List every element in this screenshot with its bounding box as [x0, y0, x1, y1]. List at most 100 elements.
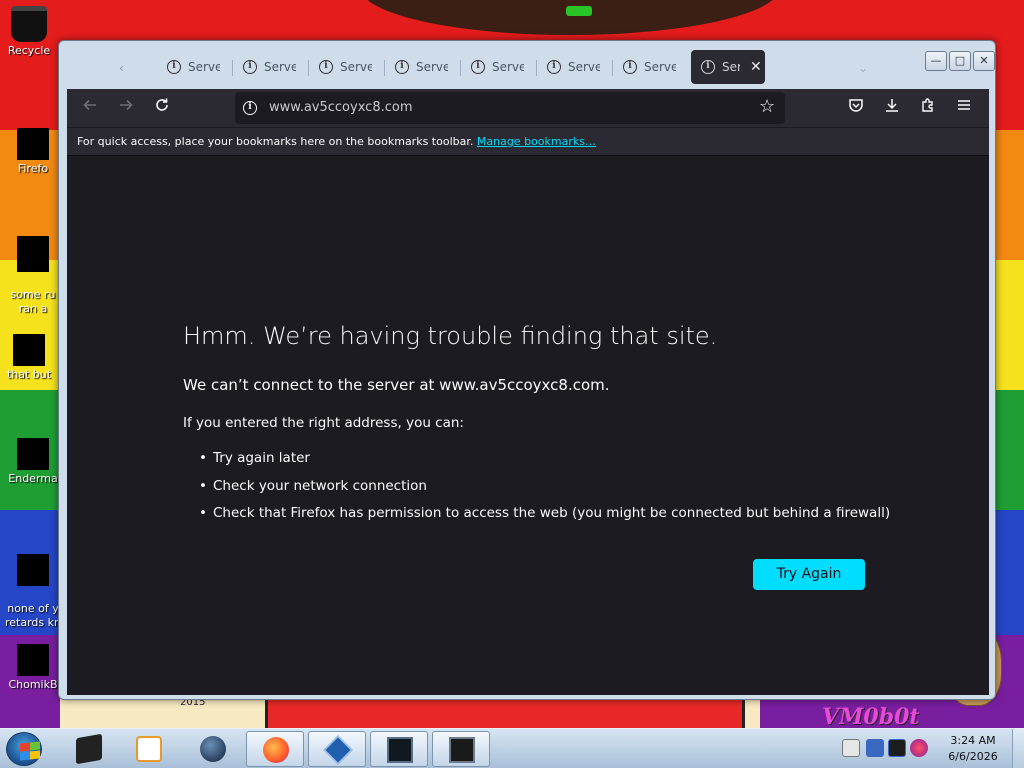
taskbar-explorer[interactable]: [60, 731, 118, 767]
arrow-right-icon: [120, 99, 133, 111]
desktop-icon-label: that but: [6, 368, 52, 381]
tab-server-2[interactable]: i Server: [233, 50, 305, 84]
list-item: Try again later: [199, 450, 890, 478]
error-description: We can’t connect to the server at www.av…: [183, 376, 610, 394]
info-icon: i: [701, 60, 715, 74]
taskbar-globe[interactable]: [184, 731, 242, 767]
manage-bookmarks-link[interactable]: Manage bookmarks…: [477, 135, 596, 148]
tab-title: Server: [416, 60, 448, 74]
try-again-button[interactable]: Try Again: [753, 559, 865, 590]
bookmark-star-icon[interactable]: ☆: [759, 96, 775, 118]
tray-app-icon[interactable]: [910, 739, 928, 757]
desktop-icon-firefox[interactable]: Firefo: [0, 128, 66, 176]
firefox-icon: [263, 737, 289, 763]
error-title: Hmm. We’re having trouble finding that s…: [183, 322, 718, 350]
firefox-window: ‹ i Server i Server i Server i Server i …: [58, 40, 996, 700]
desktop-icon-label: none of y retards kn: [5, 602, 61, 629]
tab-title: Ser: [722, 60, 740, 74]
list-item: Check your network connection: [199, 478, 890, 506]
taskbar-virtualbox[interactable]: [308, 731, 366, 767]
reload-button[interactable]: [151, 97, 173, 119]
site-info-icon[interactable]: i: [243, 101, 257, 115]
close-tab-icon[interactable]: ✕: [750, 59, 762, 75]
list-item: Check that Firefox has permission to acc…: [199, 505, 890, 533]
tab-server-7[interactable]: i Server: [613, 50, 685, 84]
extensions-button[interactable]: [917, 97, 939, 119]
menu-icon: [958, 100, 970, 110]
explorer-icon: [76, 733, 102, 765]
taskbar: 3:24 AM 6/6/2026: [0, 728, 1024, 768]
maximize-button[interactable]: □: [949, 51, 971, 71]
desktop-icon-file-2[interactable]: that but: [0, 334, 62, 382]
taskbar-clock[interactable]: 3:24 AM 6/6/2026: [938, 733, 1008, 765]
taskbar-media-player[interactable]: [120, 731, 178, 767]
globe-icon: [200, 736, 226, 762]
url-input[interactable]: www.av5ccoyxc8.com: [269, 100, 413, 115]
start-button[interactable]: [6, 732, 42, 766]
wallpaper-brand-text: VM0b0t: [822, 704, 920, 730]
pocket-icon: [849, 99, 863, 112]
wallpaper-blob-eye: [566, 6, 592, 16]
info-icon: i: [167, 60, 181, 74]
tray-network-icon[interactable]: [866, 739, 884, 757]
desktop-icon-folder-1[interactable]: some ru ran a: [0, 222, 66, 316]
info-icon: i: [395, 60, 409, 74]
info-icon: i: [243, 60, 257, 74]
info-icon: i: [623, 60, 637, 74]
app-menu-button[interactable]: [953, 97, 975, 119]
download-icon: [886, 99, 898, 112]
forward-button[interactable]: [115, 97, 137, 119]
tab-server-1[interactable]: i Server: [157, 50, 229, 84]
minimize-button[interactable]: —: [925, 51, 947, 71]
tray-display-icon[interactable]: [888, 739, 906, 757]
window-controls: — □ ✕: [925, 51, 995, 71]
info-icon: i: [547, 60, 561, 74]
tab-title: Server: [340, 60, 372, 74]
tab-strip: ‹ i Server i Server i Server i Server i …: [67, 47, 995, 89]
tab-title: Server: [644, 60, 676, 74]
desktop-icon-label: Firefo: [17, 162, 49, 175]
tab-server-3[interactable]: i Server: [309, 50, 381, 84]
tab-list-chevron-down-icon[interactable]: ⌄: [853, 57, 873, 79]
windows-logo-icon: [20, 742, 30, 752]
program-icon: [17, 438, 49, 470]
virtualbox-icon: [323, 735, 353, 765]
desktop-icon-chomik[interactable]: ChomikB: [0, 644, 66, 692]
tab-server-5[interactable]: i Server: [461, 50, 533, 84]
arrow-left-icon: [83, 99, 96, 111]
tab-title: Server: [264, 60, 296, 74]
error-page: Hmm. We’re having trouble finding that s…: [67, 155, 989, 695]
taskbar-firefox[interactable]: [246, 731, 304, 767]
url-bar[interactable]: i www.av5ccoyxc8.com ☆: [235, 92, 785, 124]
tab-title: Server: [188, 60, 220, 74]
tab-server-active[interactable]: i Ser ✕: [691, 50, 765, 84]
file-icon: [13, 334, 45, 366]
back-button[interactable]: [79, 97, 101, 119]
recycle-bin-icon: [11, 6, 47, 42]
taskbar-monitor[interactable]: [370, 731, 428, 767]
desktop-icon-label: Enderma: [8, 472, 58, 485]
close-window-button[interactable]: ✕: [973, 51, 995, 71]
downloads-button[interactable]: [881, 97, 903, 119]
tray-action-center-icon[interactable]: [842, 739, 860, 757]
media-player-icon: [136, 736, 162, 762]
tab-title: Server: [568, 60, 600, 74]
bookmarks-toolbar: For quick access, place your bookmarks h…: [67, 127, 989, 155]
program-icon: [17, 644, 49, 676]
pocket-button[interactable]: [845, 97, 867, 119]
desktop-icon-label: Recycle: [7, 44, 51, 57]
desktop-icon-recycle-bin[interactable]: Recycle: [0, 6, 62, 58]
firefox-shortcut-icon: [17, 128, 49, 160]
bookmarks-hint-text: For quick access, place your bookmarks h…: [77, 135, 474, 148]
tab-scroll-left-button[interactable]: ‹: [119, 57, 135, 79]
error-suggestion-list: Try again later Check your network conne…: [199, 450, 890, 533]
desktop-icon-file-4[interactable]: none of y retards kn: [0, 540, 66, 630]
desktop-icon-enderman[interactable]: Enderma: [0, 438, 66, 486]
desktop-icon-label: some ru ran a: [10, 288, 56, 315]
show-desktop-button[interactable]: [1012, 729, 1024, 768]
tab-server-4[interactable]: i Server: [385, 50, 457, 84]
taskbar-terminal[interactable]: [432, 731, 490, 767]
desktop-icon-label: ChomikB: [8, 678, 58, 691]
extensions-icon: [922, 98, 933, 112]
tab-server-6[interactable]: i Server: [537, 50, 609, 84]
